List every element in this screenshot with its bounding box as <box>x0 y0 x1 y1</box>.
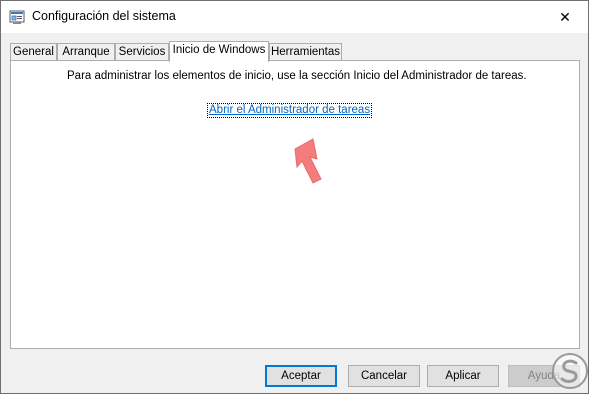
title-bar[interactable]: Configuración del sistema ✕ <box>1 1 588 33</box>
red-arrow-icon <box>294 138 322 184</box>
system-configuration-window: Configuración del sistema ✕ General Arra… <box>0 0 589 394</box>
tab-servicios[interactable]: Servicios <box>115 43 169 60</box>
accept-button[interactable]: Aceptar <box>265 365 337 387</box>
tab-panel: Para administrar los elementos de inicio… <box>10 60 580 349</box>
cancel-button[interactable]: Cancelar <box>348 365 420 387</box>
tab-arranque[interactable]: Arranque <box>57 43 115 60</box>
solvetic-logo-icon <box>552 353 588 389</box>
close-button[interactable]: ✕ <box>542 1 588 33</box>
apply-button[interactable]: Aplicar <box>427 365 499 387</box>
tab-general[interactable]: General <box>10 43 57 60</box>
close-icon: ✕ <box>559 8 571 25</box>
msconfig-icon <box>9 10 25 24</box>
open-task-manager-link[interactable]: Abrir el Administrador de tareas <box>207 103 373 118</box>
tab-inicio-de-windows[interactable]: Inicio de Windows <box>169 41 269 62</box>
startup-info-text: Para administrar los elementos de inicio… <box>67 70 527 82</box>
window-title: Configuración del sistema <box>32 9 176 23</box>
tab-herramientas[interactable]: Herramientas <box>269 43 342 60</box>
